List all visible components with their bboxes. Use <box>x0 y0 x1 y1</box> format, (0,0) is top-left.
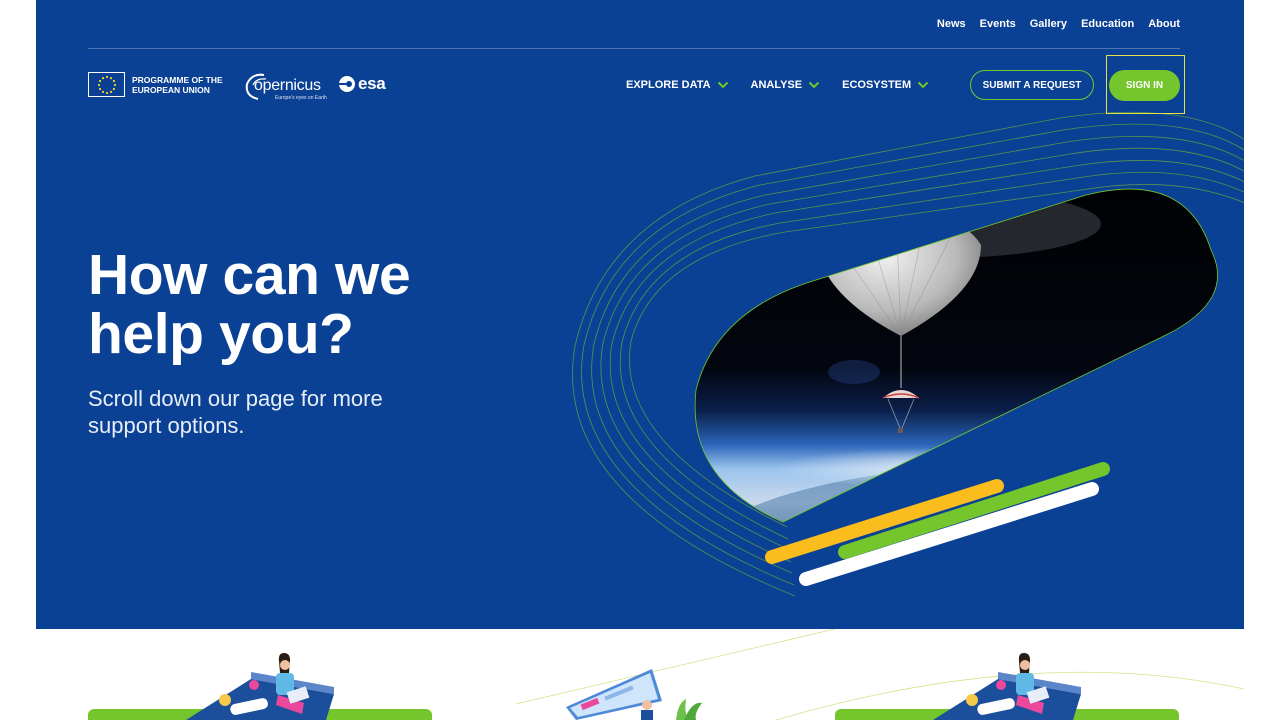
nav-label: ANALYSE <box>750 79 803 91</box>
copernicus-tagline: Europe's eyes on Earth <box>275 95 327 101</box>
hero-subtitle: Scroll down our page for more support op… <box>88 386 383 438</box>
hero-title-line-1: How can we <box>88 243 411 307</box>
card-1-illustration <box>186 653 334 720</box>
nav-label: ECOSYSTEM <box>842 79 912 91</box>
nav-link-news[interactable]: News <box>937 18 966 30</box>
copernicus-wordmark: opernicus <box>254 77 321 94</box>
hero-title: How can we help you? <box>88 243 411 366</box>
nav-link-gallery[interactable]: Gallery <box>1030 18 1067 30</box>
card-2-illustration <box>566 669 702 720</box>
card-3-illustration <box>933 653 1081 720</box>
chevron-down-icon <box>808 81 820 89</box>
eu-programme-logo[interactable]: PROGRAMME OF THE EUROPEAN UNION <box>88 72 232 97</box>
nav-analyse[interactable]: ANALYSE <box>751 79 821 91</box>
chevron-down-icon <box>717 81 728 89</box>
header-divider <box>88 48 1180 49</box>
nav-label: EXPLORE DATA <box>626 79 711 91</box>
support-cards-illustrations <box>88 629 1244 720</box>
sign-in-focus-outline: SIGN IN <box>1106 55 1185 114</box>
nav-link-about[interactable]: About <box>1148 18 1180 30</box>
esa-logo[interactable]: esa <box>338 74 386 94</box>
nav-explore-data[interactable]: EXPLORE DATA <box>626 79 729 91</box>
eu-programme-label: PROGRAMME OF THE EUROPEAN UNION <box>132 74 223 95</box>
hero-title-line-2: help you? <box>88 302 354 366</box>
utility-nav: News Events Gallery Education About <box>937 18 1180 30</box>
nav-link-events[interactable]: Events <box>980 18 1016 30</box>
main-nav: EXPLORE DATA ANALYSE ECOSYSTEM <box>626 79 929 91</box>
support-cards-preview <box>36 629 1244 720</box>
chevron-down-icon <box>917 81 929 89</box>
esa-wordmark: esa <box>358 74 386 93</box>
earth-balloon-photo <box>695 189 1218 523</box>
sign-in-button[interactable]: SIGN IN <box>1109 70 1180 101</box>
hero-section: News Events Gallery Education About PROG… <box>36 0 1244 629</box>
esa-mark-icon <box>338 76 355 92</box>
submit-request-button[interactable]: SUBMIT A REQUEST <box>970 70 1094 100</box>
eu-flag-icon <box>88 72 125 97</box>
nav-ecosystem[interactable]: ECOSYSTEM <box>842 79 929 91</box>
copernicus-logo[interactable]: opernicus Europe's eyes on Earth <box>244 70 327 102</box>
nav-link-education[interactable]: Education <box>1081 18 1134 30</box>
